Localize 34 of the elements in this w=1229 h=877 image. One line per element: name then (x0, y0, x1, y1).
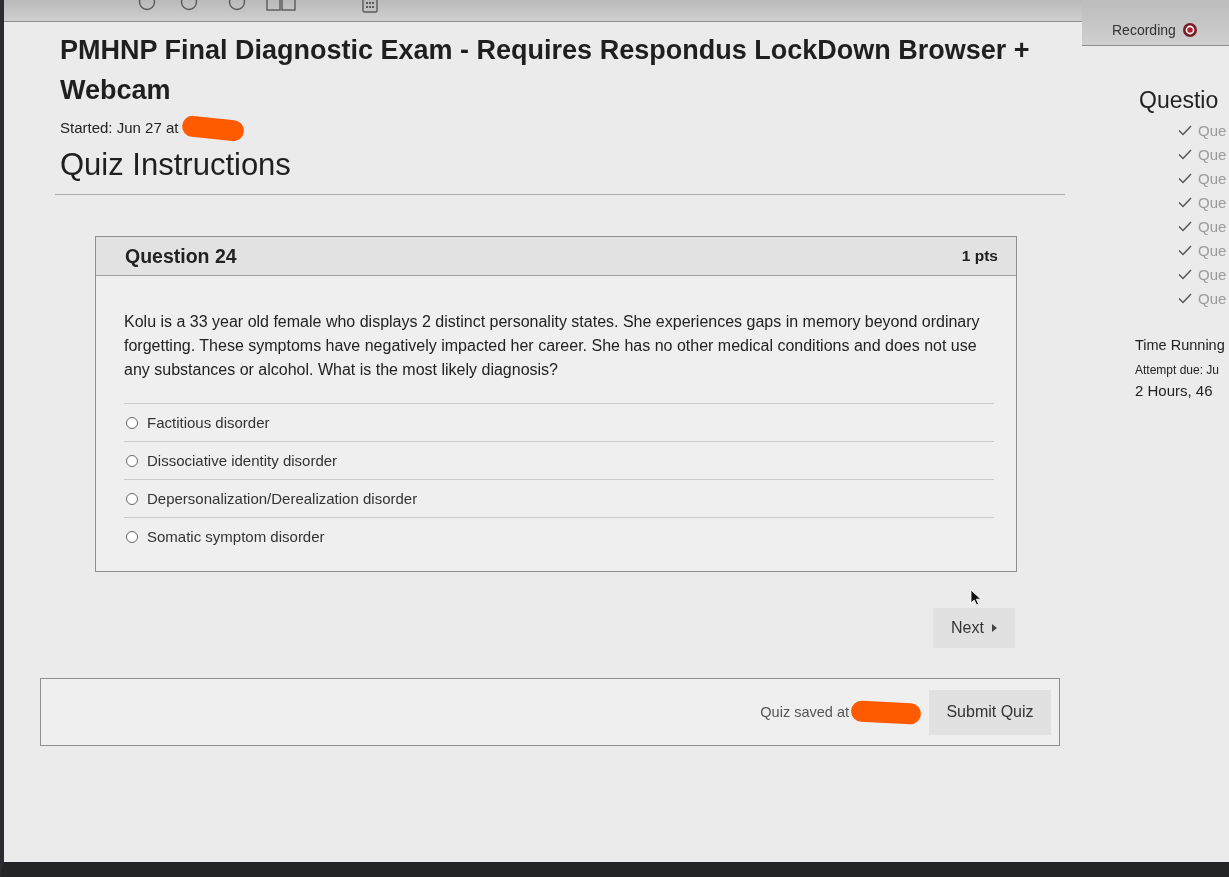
question-link[interactable]: Que (1198, 193, 1227, 211)
question-link[interactable]: Que (1198, 169, 1227, 187)
mouse-pointer-icon (970, 589, 982, 606)
question-link[interactable]: Que (1198, 121, 1227, 139)
exam-title: PMHNP Final Diagnostic Exam - Requires Respondus LockDown Browser + Webcam (60, 34, 1031, 107)
answer-label[interactable]: Factitious disorder (147, 414, 270, 431)
answer-label[interactable]: Depersonalization/Derealization disorder (147, 490, 418, 507)
question-link[interactable]: Que (1198, 145, 1227, 163)
recording-label: Recording (1112, 21, 1176, 38)
time-remaining: 2 Hours, 46 (1135, 381, 1213, 401)
question-title: Question 24 (125, 244, 237, 268)
answer-label[interactable]: Dissociative identity disorder (147, 452, 338, 469)
window-pair-icon[interactable] (266, 0, 296, 11)
question-link[interactable]: Que (1198, 265, 1227, 283)
radio-button[interactable] (126, 454, 138, 467)
next-button[interactable]: Next (933, 608, 1015, 648)
radio-button[interactable] (126, 492, 138, 505)
submit-quiz-button[interactable]: Submit Quiz (929, 689, 1051, 735)
question-link[interactable]: Que (1198, 241, 1227, 259)
radio-button[interactable] (126, 416, 138, 429)
radio-button[interactable] (126, 530, 138, 543)
question-link[interactable]: Que (1198, 289, 1227, 307)
answer-label[interactable]: Somatic symptom disorder (147, 528, 325, 545)
keypad-icon[interactable] (362, 0, 378, 13)
questions-heading: Questio (1139, 86, 1219, 114)
section-heading: Quiz Instructions (60, 147, 291, 183)
started-time: Started: Jun 27 at (60, 118, 179, 138)
question-points: 1 pts (961, 247, 998, 265)
time-running-label: Time Running (1135, 336, 1225, 355)
attempt-due-text: Attempt due: Ju (1135, 362, 1220, 379)
question-link[interactable]: Que (1198, 217, 1227, 235)
caret-icon (991, 624, 997, 632)
save-status: Quiz saved at (760, 704, 849, 720)
question-text: Kolu is a 33 year old female who displays 2 distinct personality states. She experiences gaps in memory beyond ordinary forgetting. These symptoms have negatively impacted her career. She has no other medical conditions and does not use any substances or alcohol. What is the most likely diagnosis? (124, 312, 981, 380)
